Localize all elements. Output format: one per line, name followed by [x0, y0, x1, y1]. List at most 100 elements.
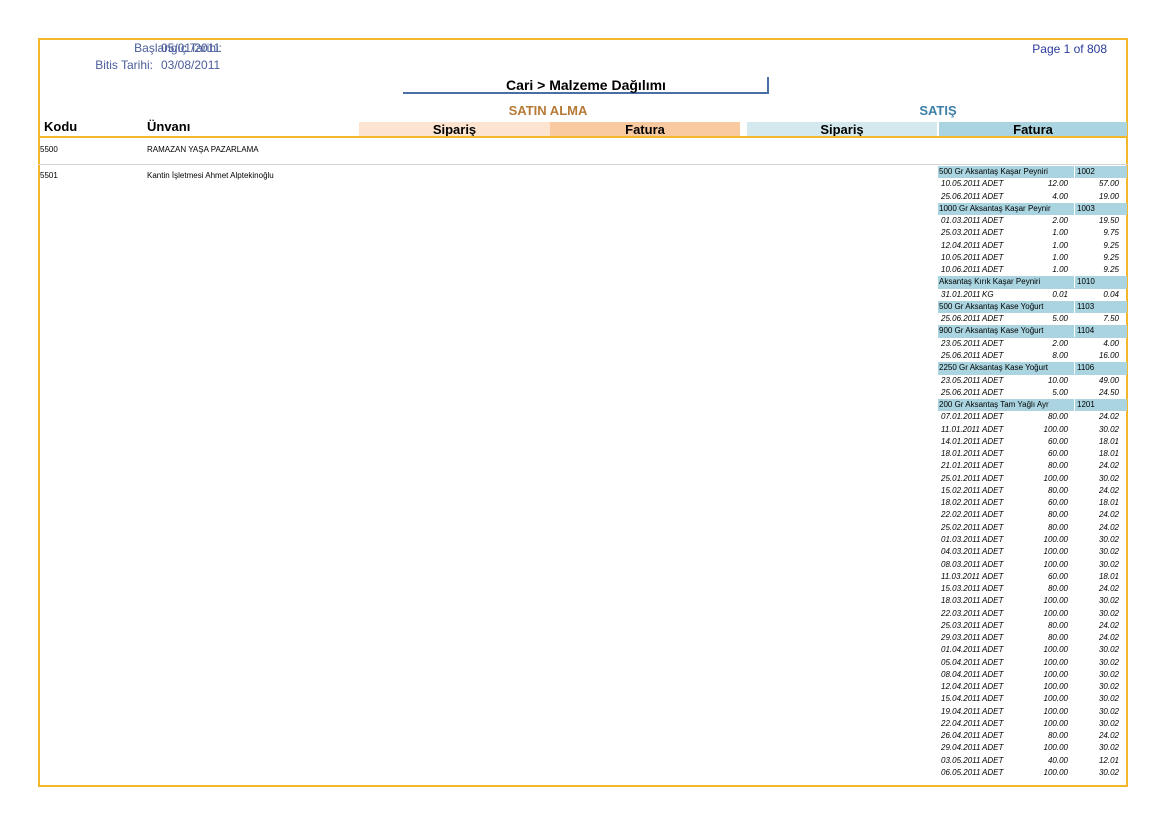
line-unit: ADET: [982, 645, 1004, 655]
line-amount: 24.50: [1098, 387, 1119, 397]
invoice-line: 03.05.2011 ADET 40.00 12.01: [938, 755, 1127, 767]
line-qty: 10.00: [1047, 375, 1068, 385]
product-name: 200 Gr Aksantaş Tam Yağlı Ayr: [939, 400, 1049, 410]
line-amount: 0.04: [1103, 289, 1119, 299]
line-date: 04.03.2011: [941, 547, 981, 557]
line-qty: 100.00: [1043, 559, 1068, 569]
invoice-line: 23.05.2011 ADET 10.00 49.00: [938, 375, 1127, 387]
column-name: Ünvanı: [147, 119, 191, 134]
line-unit: ADET: [982, 694, 1004, 704]
line-date: 03.05.2011: [941, 755, 981, 765]
invoice-line: 22.02.2011 ADET 80.00 24.02: [938, 509, 1127, 521]
line-unit: ADET: [982, 461, 1004, 471]
line-date: 22.02.2011: [941, 510, 981, 520]
line-qty: 2.00: [1052, 338, 1068, 348]
end-date-label: Bitis Tarihi:: [95, 58, 153, 72]
line-amount: 4.00: [1103, 338, 1119, 348]
start-date-value: 05/01/2011: [161, 41, 221, 55]
invoice-line: 31.01.2011 KG 0.01 0.04: [938, 289, 1127, 301]
invoice-line: 12.04.2011 ADET 1.00 9.25: [938, 240, 1127, 252]
line-date: 12.04.2011: [941, 682, 981, 692]
line-qty: 100.00: [1043, 596, 1068, 606]
line-amount: 30.02: [1098, 608, 1119, 618]
line-date: 14.01.2011: [941, 436, 981, 446]
line-date: 22.04.2011: [941, 718, 981, 728]
line-qty: 100.00: [1043, 424, 1068, 434]
line-unit: ADET: [982, 633, 1004, 643]
line-amount: 19.50: [1098, 216, 1119, 226]
line-amount: 24.02: [1098, 510, 1119, 520]
sales-invoice-detail: 500 Gr Aksantaş Kaşar Peyniri 1002 10.05.2…: [938, 166, 1127, 779]
line-qty: 80.00: [1047, 731, 1068, 741]
line-date: 12.04.2011: [941, 240, 981, 250]
line-unit: ADET: [982, 485, 1004, 495]
invoice-line: 25.01.2011 ADET 100.00 30.02: [938, 473, 1127, 485]
line-amount: 12.01: [1098, 755, 1119, 765]
product-code: 1003: [1074, 202, 1095, 215]
line-qty: 5.00: [1052, 314, 1068, 324]
invoice-line: 25.03.2011 ADET 1.00 9.75: [938, 227, 1127, 239]
line-qty: 100.00: [1043, 694, 1068, 704]
line-qty: 60.00: [1047, 436, 1068, 446]
line-date: 10.06.2011: [941, 265, 981, 275]
line-date: 05.04.2011: [941, 657, 981, 667]
line-date: 08.03.2011: [941, 559, 981, 569]
line-unit: ADET: [982, 216, 1004, 226]
invoice-line: 15.02.2011 ADET 80.00 24.02: [938, 485, 1127, 497]
line-qty: 100.00: [1043, 743, 1068, 753]
line-amount: 30.02: [1098, 424, 1119, 434]
line-unit: ADET: [982, 498, 1004, 508]
product-code: 1104: [1074, 325, 1094, 338]
line-unit: ADET: [982, 412, 1004, 422]
line-unit: ADET: [982, 534, 1004, 544]
line-amount: 30.02: [1098, 657, 1119, 667]
invoice-line: 08.04.2011 ADET 100.00 30.02: [938, 669, 1127, 681]
line-amount: 9.25: [1103, 252, 1119, 262]
report-title: Cari > Malzeme Dağılımı: [506, 77, 666, 93]
line-date: 07.01.2011: [941, 412, 981, 422]
line-unit: ADET: [982, 718, 1004, 728]
column-code: Kodu: [44, 119, 78, 134]
line-date: 11.01.2011: [941, 424, 980, 434]
line-qty: 80.00: [1047, 633, 1068, 643]
line-unit: ADET: [982, 179, 1004, 189]
line-qty: 80.00: [1047, 485, 1068, 495]
line-unit: KG: [982, 289, 994, 299]
product-name: 500 Gr Aksantaş Kase Yoğurt: [939, 301, 1044, 311]
invoice-line: 04.03.2011 ADET 100.00 30.02: [938, 546, 1127, 558]
line-qty: 80.00: [1047, 412, 1068, 422]
line-date: 08.04.2011: [941, 669, 981, 679]
line-date: 18.02.2011: [941, 498, 981, 508]
line-amount: 16.00: [1098, 350, 1119, 360]
line-amount: 9.75: [1103, 228, 1119, 238]
line-unit: ADET: [982, 265, 1004, 275]
invoice-line: 25.02.2011 ADET 80.00 24.02: [938, 522, 1127, 534]
line-unit: ADET: [982, 731, 1004, 741]
line-unit: ADET: [982, 228, 1004, 238]
line-date: 10.05.2011: [941, 252, 981, 262]
line-qty: 2.00: [1052, 216, 1068, 226]
line-amount: 24.02: [1098, 461, 1119, 471]
product-code: 1201: [1074, 399, 1095, 412]
line-amount: 30.02: [1098, 547, 1119, 557]
line-amount: 57.00: [1098, 179, 1119, 189]
product-code: 1103: [1074, 300, 1094, 313]
line-unit: ADET: [982, 350, 1004, 360]
line-date: 25.06.2011: [941, 314, 981, 324]
product-name: 1000 Gr Aksantaş Kaşar Peynir: [939, 203, 1051, 213]
line-unit: ADET: [982, 314, 1004, 324]
product-name: 500 Gr Aksantaş Kaşar Peyniri: [939, 167, 1048, 176]
product-header: 900 Gr Aksantaş Kase Yoğurt 1104: [938, 325, 1127, 338]
line-date: 23.05.2011: [941, 338, 981, 348]
invoice-line: 10.06.2011 ADET 1.00 9.25: [938, 264, 1127, 276]
line-qty: 40.00: [1047, 755, 1068, 765]
line-qty: 100.00: [1043, 768, 1068, 778]
line-amount: 30.02: [1098, 559, 1119, 569]
line-unit: ADET: [982, 240, 1004, 250]
line-unit: ADET: [982, 436, 1004, 446]
line-date: 18.01.2011: [941, 449, 981, 459]
invoice-line: 25.06.2011 ADET 8.00 16.00: [938, 350, 1127, 362]
line-unit: ADET: [982, 252, 1004, 262]
line-qty: 100.00: [1043, 657, 1068, 667]
line-date: 25.06.2011: [941, 191, 981, 201]
